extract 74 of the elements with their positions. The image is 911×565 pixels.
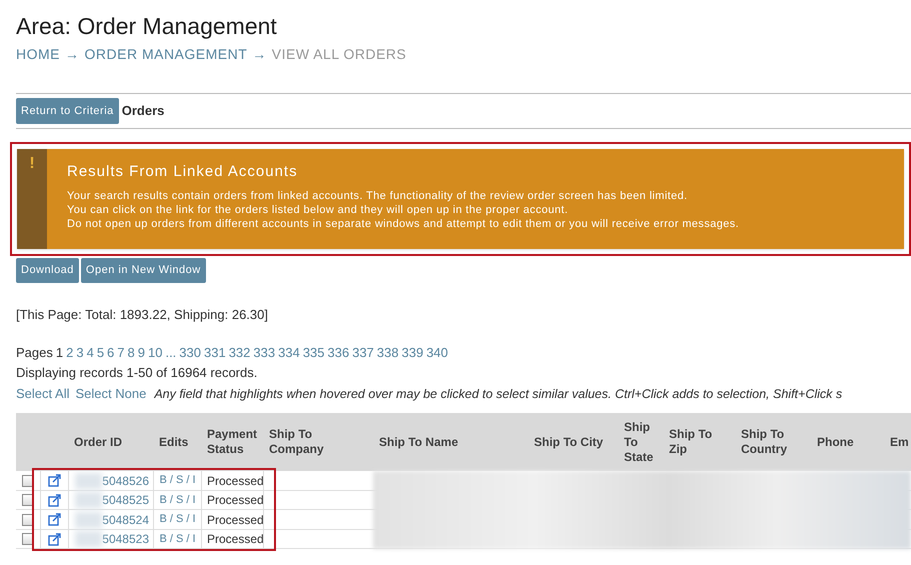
hint-text: Any field that highlights when hovered over may be clicked to select similar values. Ctrl+Click adds to selection, Shift+Click s: [154, 386, 842, 403]
record-count: Displaying records 1-50 of 16964 records.: [16, 364, 258, 382]
action-button[interactable]: Open in New Window: [80, 258, 206, 283]
edits-links[interactable]: B / S / I: [159, 492, 196, 508]
page-link[interactable]: 338: [376, 342, 399, 362]
page-link[interactable]: 3: [76, 342, 84, 362]
page-title: Area: Order Management: [16, 12, 277, 40]
page-link[interactable]: 340: [426, 342, 448, 362]
page-link[interactable]: 8: [128, 342, 135, 362]
column-header[interactable]: Payment Status: [201, 427, 263, 458]
order-link[interactable]: 5048525: [102, 491, 153, 509]
alert-title: Results From Linked Accounts: [67, 162, 298, 182]
column-header[interactable]: Ship To Company: [263, 427, 373, 458]
table-cell-text: Processed: [207, 531, 264, 548]
page-link[interactable]: 337: [352, 342, 374, 362]
table-cell-text: Processed: [207, 512, 264, 528]
page-link[interactable]: 333: [253, 342, 276, 362]
edits-links[interactable]: B / S / I: [159, 530, 196, 548]
breadcrumb-link[interactable]: VIEW ALL ORDERS: [272, 44, 406, 65]
page-link[interactable]: 336: [328, 342, 350, 362]
alert-message: Your search results contain orders from linked accounts. The functionality of the review order screen has been limited.: [67, 188, 688, 202]
column-header[interactable]: Order ID: [68, 434, 153, 450]
external-link-icon[interactable]: [48, 494, 61, 506]
select-all-link[interactable]: Select All: [16, 384, 70, 403]
edits-links[interactable]: B / S / I: [159, 472, 196, 489]
return-to-criteria-button[interactable]: Return to Criteria: [16, 98, 119, 124]
select-none-link[interactable]: Select None: [75, 384, 146, 403]
column-header[interactable]: Edits: [153, 434, 201, 450]
alert-message: You can click on the link for the orders listed below and they will open up in the proper account.: [67, 202, 568, 216]
breadcrumb-link[interactable]: HOME: [16, 44, 60, 65]
column-header[interactable]: Ship To Zip: [663, 427, 735, 458]
order-link[interactable]: 5048523: [102, 530, 153, 548]
alert-message: Do not open up orders from different accounts in separate windows and attempt to edit them or you will receive error messages.: [67, 216, 740, 230]
table-cell-text: Processed: [207, 492, 264, 509]
page-link[interactable]: 4: [86, 342, 94, 362]
page-link[interactable]: 9: [138, 342, 145, 362]
external-link-icon[interactable]: [48, 513, 61, 526]
exclamation-icon: !: [29, 155, 35, 173]
column-header[interactable]: Phone: [811, 434, 887, 450]
blurred-text: [75, 512, 102, 528]
page-link[interactable]: 1: [56, 342, 64, 362]
blurred-text: [75, 492, 102, 508]
page-link[interactable]: 2: [66, 342, 74, 362]
column-header[interactable]: Ship To Country: [735, 427, 811, 458]
page-totals: [This Page: Total: 1893.22, Shipping: 26.30]: [16, 306, 268, 324]
column-header[interactable]: Ship To Name: [373, 434, 528, 450]
blurred-text: [75, 472, 102, 488]
page-link[interactable]: ...: [165, 342, 176, 362]
breadcrumb-link[interactable]: ORDER MANAGEMENT: [84, 44, 248, 65]
column-header[interactable]: Ship To City: [528, 434, 618, 450]
page-link[interactable]: 339: [402, 342, 424, 362]
page-link[interactable]: 334: [278, 342, 300, 362]
table-cell-text: Processed: [207, 472, 264, 490]
blurred-text: [75, 531, 102, 547]
action-button[interactable]: Download: [16, 258, 79, 283]
arrow-icon: →: [65, 44, 80, 65]
page-link[interactable]: 335: [302, 342, 325, 362]
external-link-icon[interactable]: [48, 532, 61, 546]
pages-label: Pages: [16, 344, 53, 362]
arrow-icon: →: [252, 44, 267, 65]
page-link[interactable]: 331: [204, 342, 226, 362]
page-link[interactable]: 7: [117, 342, 125, 362]
order-link[interactable]: 5048524: [102, 510, 153, 528]
order-link[interactable]: 5048526: [102, 472, 153, 490]
page-link[interactable]: 5: [96, 342, 104, 362]
page-link[interactable]: 330: [179, 342, 201, 362]
section-heading: Orders: [122, 102, 164, 120]
column-header[interactable]: Em: [887, 434, 911, 450]
edits-links[interactable]: B / S / I: [159, 511, 196, 528]
page-link[interactable]: 332: [228, 342, 250, 362]
page-link[interactable]: 6: [107, 342, 114, 362]
column-header[interactable]: Ship To State: [618, 420, 663, 465]
external-link-icon[interactable]: [48, 474, 61, 487]
page-link[interactable]: 10: [148, 342, 162, 362]
